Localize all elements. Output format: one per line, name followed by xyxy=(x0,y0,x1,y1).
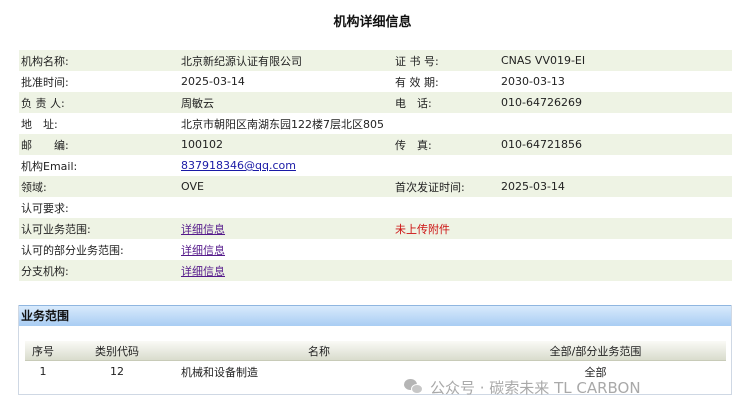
label-phone: 电 话: xyxy=(395,96,432,110)
info-row-contact: 负 责 人: 周敏云 电 话: 010-64726269 xyxy=(19,92,732,113)
value-institution-name: 北京新纪源认证有限公司 xyxy=(181,54,302,68)
attachment-not-uploaded-notice: 未上传附件 xyxy=(395,222,450,236)
label-first-issue-date: 首次发证时间: xyxy=(395,180,465,194)
business-scope-header: 业务范围 xyxy=(19,305,731,326)
branches-details-link[interactable]: 详细信息 xyxy=(181,265,225,278)
info-row-field: 领域: OVE 首次发证时间: 2025-03-14 xyxy=(19,176,732,197)
label-person-in-charge: 负 责 人: xyxy=(21,96,65,110)
value-approval-date: 2025-03-14 xyxy=(181,75,245,88)
label-accreditation-requirements: 认可要求: xyxy=(21,201,69,215)
label-address: 地 址: xyxy=(21,117,58,131)
page-title: 机构详细信息 xyxy=(333,15,412,30)
label-accredited-scope: 认可业务范围: xyxy=(21,222,91,236)
info-row-name: 机构名称: 北京新纪源认证有限公司 证 书 号: CNAS VV019-EI xyxy=(19,50,732,71)
watermark-text: 公众号 · 碳索未来 TL CARBON xyxy=(430,378,641,397)
value-person-in-charge: 周敏云 xyxy=(181,96,214,110)
info-row-requirements: 认可要求: xyxy=(19,197,732,218)
info-row-scope: 认可业务范围: 详细信息 未上传附件 xyxy=(19,218,732,239)
value-phone: 010-64726269 xyxy=(501,96,582,109)
column-header-category-code: 类别代码 xyxy=(95,344,139,358)
column-header-name: 名称 xyxy=(308,344,330,358)
wechat-icon xyxy=(404,378,424,396)
value-valid-until: 2030-03-13 xyxy=(501,75,565,88)
label-partial-scope: 认可的部分业务范围: xyxy=(21,243,124,257)
column-header-scope-extent: 全部/部分业务范围 xyxy=(549,344,642,358)
cell-category-code: 12 xyxy=(110,365,124,378)
value-postcode: 100102 xyxy=(181,138,223,151)
info-row-branches: 分支机构: 详细信息 xyxy=(19,260,732,281)
label-field: 领域: xyxy=(21,180,47,194)
info-row-address: 地 址: 北京市朝阳区南湖东园122楼7层北区805 xyxy=(19,113,732,134)
institution-info-table: 机构名称: 北京新纪源认证有限公司 证 书 号: CNAS VV019-EI 批… xyxy=(19,50,732,281)
partial-scope-details-link[interactable]: 详细信息 xyxy=(181,244,225,257)
label-branches: 分支机构: xyxy=(21,264,69,278)
value-field: OVE xyxy=(181,180,204,193)
value-certificate-no: CNAS VV019-EI xyxy=(501,54,586,67)
label-institution-name: 机构名称: xyxy=(21,54,69,68)
cell-index: 1 xyxy=(39,365,47,378)
label-approval-date: 批准时间: xyxy=(21,75,69,89)
label-postcode: 邮 编: xyxy=(21,138,69,152)
email-link[interactable]: 837918346@qq.com xyxy=(181,159,296,172)
label-valid-until: 有 效 期: xyxy=(395,75,439,89)
column-header-index: 序号 xyxy=(32,344,54,358)
accredited-scope-details-link[interactable]: 详细信息 xyxy=(181,223,225,236)
watermark: 公众号 · 碳索未来 TL CARBON xyxy=(404,376,641,398)
value-first-issue-date: 2025-03-14 xyxy=(501,180,565,193)
info-row-email: 机构Email: 837918346@qq.com xyxy=(19,155,732,176)
label-certificate-no: 证 书 号: xyxy=(395,54,439,68)
table-header-row: 序号 类别代码 名称 全部/部分业务范围 xyxy=(25,341,726,361)
label-fax: 传 真: xyxy=(395,138,432,152)
value-address: 北京市朝阳区南湖东园122楼7层北区805 xyxy=(181,117,384,131)
info-row-partial-scope: 认可的部分业务范围: 详细信息 xyxy=(19,239,732,260)
info-row-postal: 邮 编: 100102 传 真: 010-64721856 xyxy=(19,134,732,155)
value-fax: 010-64721856 xyxy=(501,138,582,151)
label-email: 机构Email: xyxy=(21,159,78,173)
info-row-dates: 批准时间: 2025-03-14 有 效 期: 2030-03-13 xyxy=(19,71,732,92)
